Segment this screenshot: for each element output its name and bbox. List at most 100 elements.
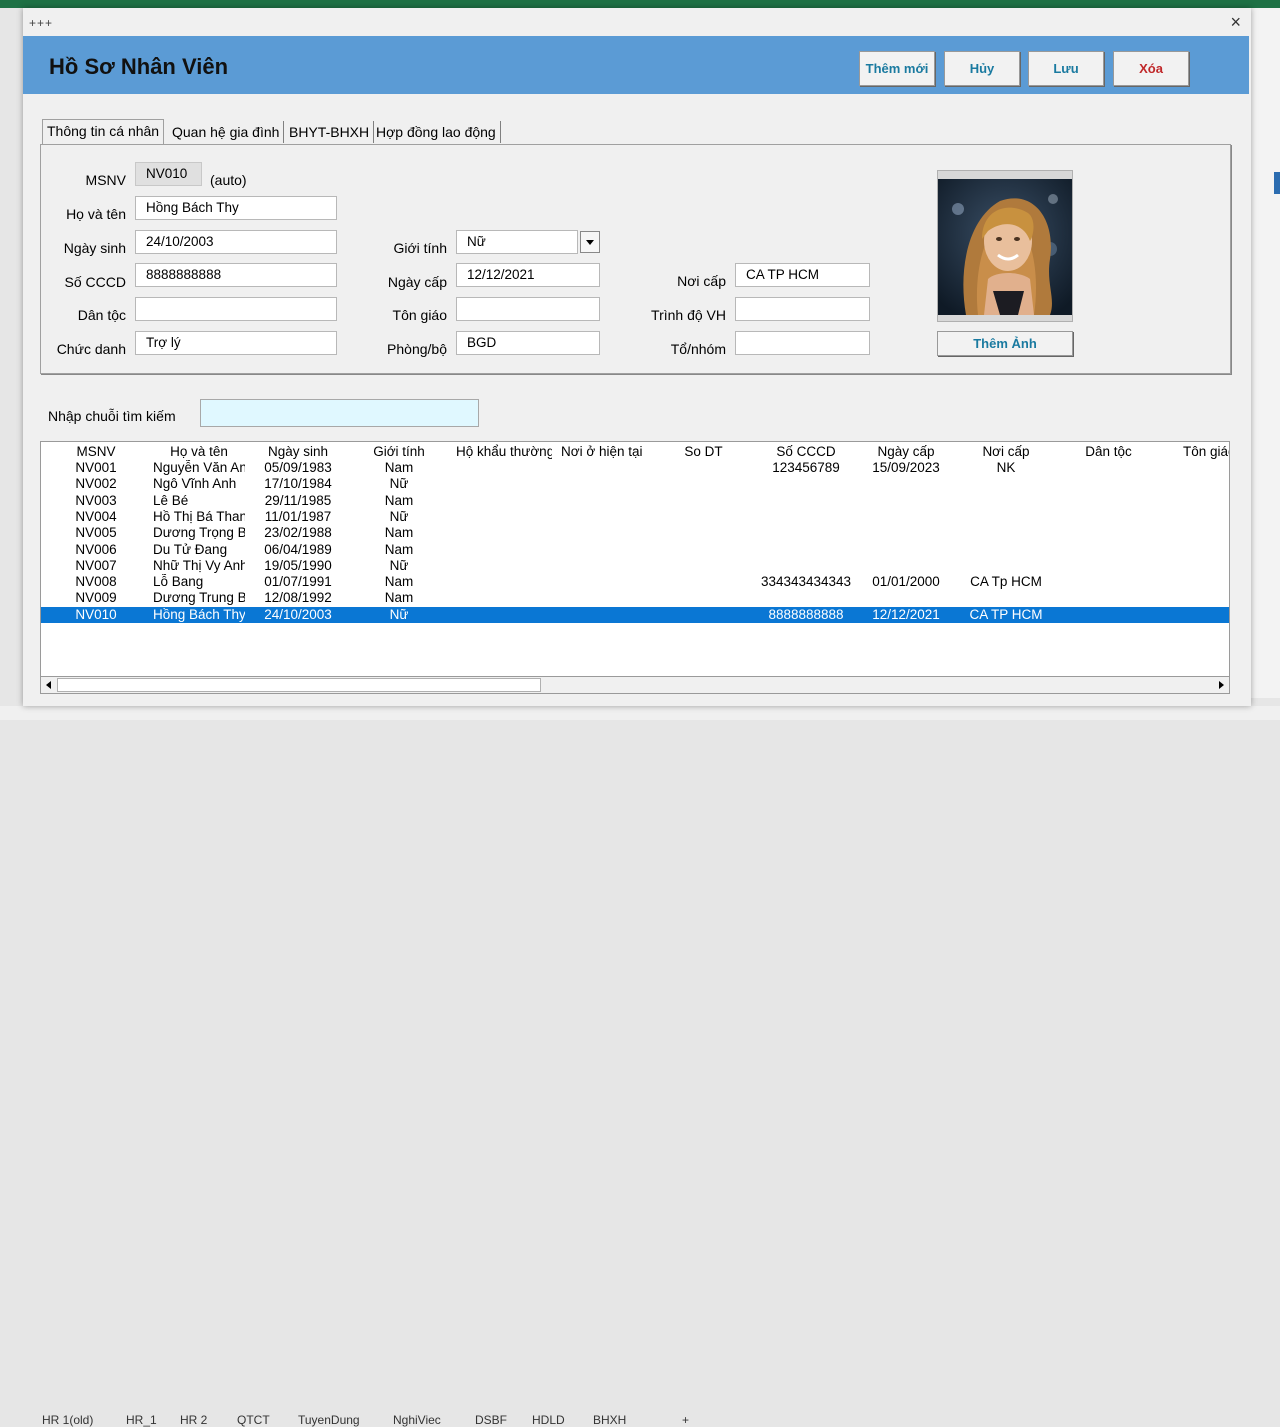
table-cell [456, 493, 552, 509]
table-cell [456, 607, 552, 623]
table-cell [561, 525, 661, 541]
list-header-row: MSNV Họ và tên Ngày sinh Giới tính Hộ kh… [41, 444, 1229, 460]
table-cell [961, 542, 1051, 558]
search-input[interactable] [200, 399, 479, 427]
table-cell: NV003 [75, 492, 117, 508]
table-cell [961, 525, 1051, 541]
birthdate-field[interactable]: 24/10/2003 [135, 230, 337, 254]
horizontal-scrollbar[interactable] [40, 676, 1230, 694]
employee-list[interactable]: MSNV Họ và tên Ngày sinh Giới tính Hộ kh… [40, 441, 1230, 689]
table-row[interactable]: NV010 Hồng Bách Thy 24/10/2003 Nữ 8888888888… [41, 606, 1229, 623]
table-cell [1183, 525, 1229, 541]
gender-label: Giới tính [393, 240, 447, 256]
table-cell [561, 509, 661, 525]
table-row[interactable]: NV001 Nguyễn Văn An 05/09/1983 Nam 123456789… [41, 460, 1229, 476]
table-cell [456, 558, 552, 574]
fullname-field[interactable]: Hồng Bách Thy [135, 196, 337, 220]
table-cell [756, 525, 856, 541]
tab-family[interactable]: Quan hệ gia đình [168, 121, 285, 143]
id-number-label: Số CCCD [64, 274, 126, 290]
excel-selection-marker [1274, 172, 1280, 194]
table-cell: 05/09/1983 [264, 460, 332, 475]
table-cell [671, 607, 736, 623]
table-cell [961, 558, 1051, 574]
table-row[interactable]: NV006 Du Tử Đang 06/04/1989 Nam [41, 542, 1229, 558]
table-cell: NV008 [75, 574, 117, 590]
sheet-tab[interactable]: DSBF [475, 1413, 507, 1427]
table-cell: 15/09/2023 [872, 460, 940, 475]
scroll-thumb[interactable] [57, 678, 541, 692]
column-header: Họ và tên [170, 444, 228, 459]
tab-personal-info[interactable]: Thông tin cá nhân [42, 119, 165, 144]
save-button[interactable]: Lưu [1028, 51, 1104, 86]
table-row[interactable]: NV002 Ngô Vĩnh Anh 17/10/1984 Nữ [41, 476, 1229, 492]
delete-button[interactable]: Xóa [1113, 51, 1189, 86]
sheet-tab[interactable]: HR 2 [180, 1413, 207, 1427]
add-sheet-button[interactable]: + [682, 1413, 689, 1427]
sheet-tab[interactable]: HR_1 [126, 1413, 157, 1427]
column-header: Giới tính [373, 444, 425, 459]
table-row[interactable]: NV003 Lê Bé 29/11/1985 Nam [41, 493, 1229, 509]
id-number-field[interactable]: 8888888888 [135, 263, 337, 287]
table-row[interactable]: NV005 Dương Trọng Bảo 23/02/1988 Nam [41, 525, 1229, 541]
table-cell [671, 493, 736, 509]
table-cell [1183, 607, 1229, 623]
scroll-left-icon[interactable] [41, 677, 57, 693]
table-cell: Nam [384, 590, 414, 606]
table-cell [1183, 493, 1229, 509]
table-cell: CA TP HCM [969, 606, 1043, 622]
close-icon[interactable]: × [1230, 12, 1241, 33]
chevron-down-icon[interactable] [580, 231, 600, 253]
employee-photo [938, 179, 1072, 315]
table-cell [1066, 525, 1151, 541]
table-cell [961, 476, 1051, 492]
sheet-tab[interactable]: TuyenDung [298, 1413, 360, 1427]
table-cell: Nam [384, 541, 414, 557]
table-cell [861, 590, 951, 606]
table-cell: 23/02/1988 [264, 525, 332, 541]
religion-field[interactable] [456, 297, 600, 321]
table-cell [861, 476, 951, 492]
table-row[interactable]: NV004 Hồ Thị Bá Thanh 11/01/1987 Nữ [41, 509, 1229, 525]
sheet-tab[interactable]: NghiViec [393, 1413, 441, 1427]
table-cell [561, 476, 661, 492]
table-cell: 24/10/2003 [264, 606, 332, 622]
department-field[interactable]: BGD [456, 331, 600, 355]
job-title-field[interactable]: Trợ lý [135, 331, 337, 355]
sheet-tab[interactable]: BHXH [593, 1413, 626, 1427]
sheet-tab[interactable]: HDLD [532, 1413, 565, 1427]
add-photo-button[interactable]: Thêm Ảnh [937, 331, 1073, 356]
job-title-label: Chức danh [56, 341, 126, 357]
issue-place-label: Nơi cấp [677, 273, 726, 289]
table-cell [756, 558, 856, 574]
education-field[interactable] [735, 297, 870, 321]
issue-date-field[interactable]: 12/12/2021 [456, 263, 600, 287]
sheet-tab[interactable]: HR 1(old) [42, 1413, 93, 1427]
ethnicity-field[interactable] [135, 297, 337, 321]
tab-insurance[interactable]: BHYT-BHXH [285, 121, 375, 143]
team-field[interactable] [735, 331, 870, 355]
tab-contract[interactable]: Hợp đồng lao động [372, 121, 501, 143]
table-cell: Nam [384, 460, 414, 475]
add-new-button[interactable]: Thêm mới [859, 51, 935, 86]
table-cell: NV010 [75, 606, 117, 622]
table-row[interactable]: NV007 Nhữ Thị Vy Anh 19/05/1990 Nữ [41, 558, 1229, 574]
issue-place-field[interactable]: CA TP HCM [735, 263, 870, 287]
table-cell [1066, 590, 1151, 606]
scroll-right-icon[interactable] [1213, 677, 1229, 693]
msnv-auto-note: (auto) [210, 172, 247, 188]
sheet-tab[interactable]: QTCT [237, 1413, 270, 1427]
msnv-label: MSNV [85, 172, 126, 188]
table-row[interactable]: NV009 Dương Trung Bảo 12/08/1992 Nam [41, 590, 1229, 606]
cancel-button[interactable]: Hủy [944, 51, 1020, 86]
table-cell: 11/01/1987 [264, 508, 332, 524]
table-row[interactable]: NV008 Lỗ Bang 01/07/1991 Nam 334343434343 01/… [41, 574, 1229, 590]
column-header: Hộ khẩu thường [456, 444, 552, 459]
table-cell [671, 525, 736, 541]
column-header: Số CCCD [776, 444, 836, 459]
column-header: Ngày cấp [877, 444, 935, 459]
table-cell: Nữ [389, 508, 409, 524]
gender-select[interactable]: Nữ [456, 230, 578, 254]
msnv-field: NV010 [135, 162, 202, 186]
table-cell [1183, 476, 1229, 492]
